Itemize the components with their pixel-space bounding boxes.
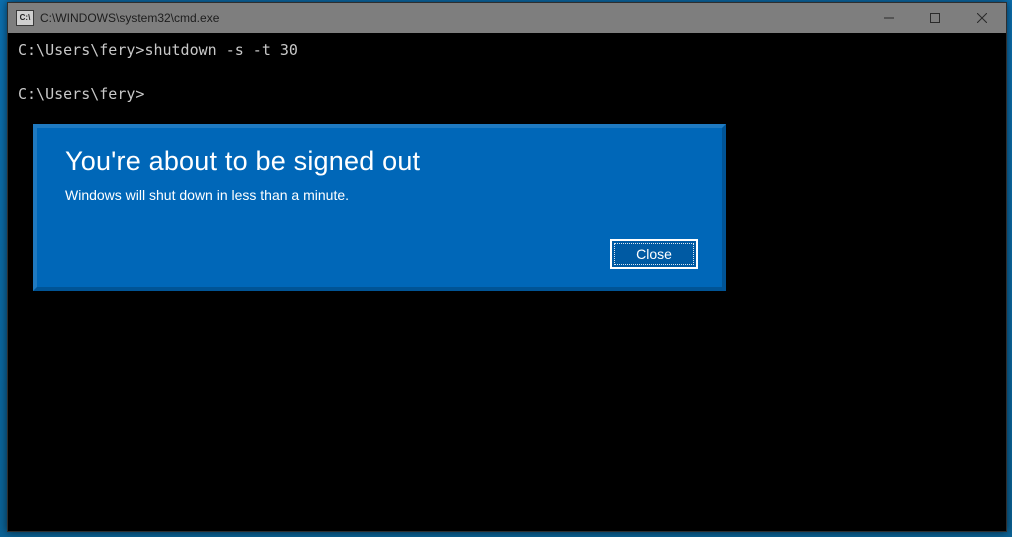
window-controls [866, 3, 1006, 33]
maximize-icon [930, 13, 940, 23]
dialog-message: Windows will shut down in less than a mi… [65, 187, 694, 203]
terminal-line [18, 61, 996, 83]
cmd-icon: C:\ [16, 10, 34, 26]
minimize-icon [884, 13, 894, 23]
close-icon [977, 13, 987, 23]
terminal-line: C:\Users\fery>shutdown -s -t 30 [18, 39, 996, 61]
desktop: C:\ C:\WINDOWS\system32\cmd.exe C:\Users… [0, 0, 1012, 537]
prompt-text: C:\Users\fery> [18, 41, 144, 59]
terminal-line: C:\Users\fery> [18, 83, 996, 105]
window-close-button[interactable] [958, 3, 1006, 33]
maximize-button[interactable] [912, 3, 958, 33]
command-text: shutdown -s -t 30 [144, 41, 298, 59]
dialog-close-button[interactable]: Close [610, 239, 698, 269]
dialog-title: You're about to be signed out [65, 146, 694, 177]
prompt-text: C:\Users\fery> [18, 85, 144, 103]
cmd-titlebar[interactable]: C:\ C:\WINDOWS\system32\cmd.exe [8, 3, 1006, 33]
cmd-icon-label: C:\ [20, 14, 31, 22]
minimize-button[interactable] [866, 3, 912, 33]
dialog-actions: Close [610, 239, 698, 269]
shutdown-dialog: You're about to be signed out Windows wi… [33, 124, 726, 291]
cmd-window-title: C:\WINDOWS\system32\cmd.exe [40, 11, 219, 25]
